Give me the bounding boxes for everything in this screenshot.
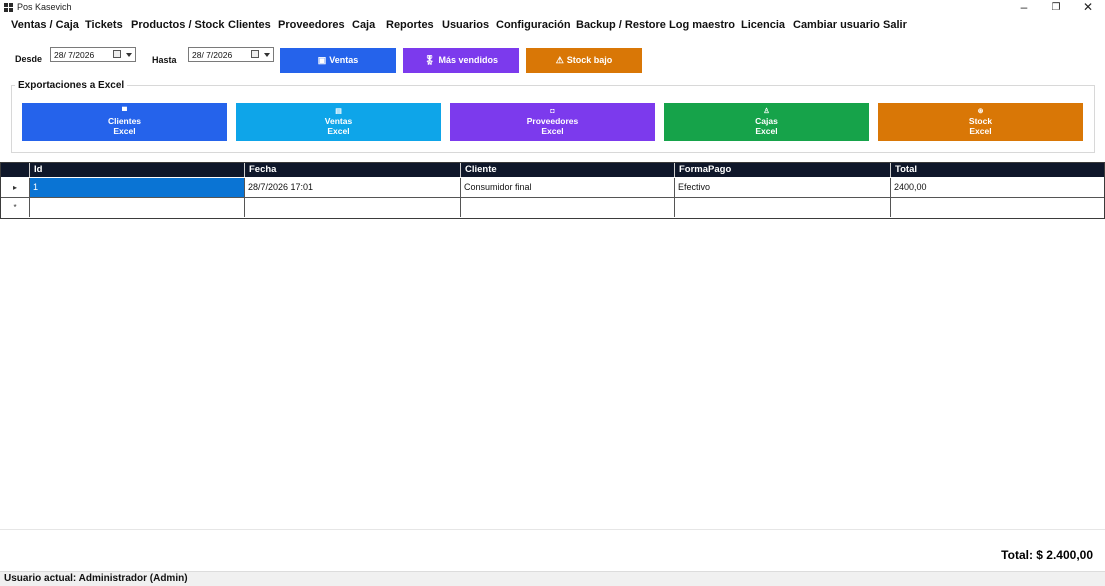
hasta-date-value: 28/ 7/2026 [192, 50, 233, 60]
menu-productos-stock[interactable]: Productos / Stock [131, 19, 225, 31]
total-label: Total: $ 2.400,00 [1001, 548, 1093, 562]
cajas-icon: ♙ [763, 108, 770, 115]
menu-reportes[interactable]: Reportes [386, 19, 434, 31]
cell-id[interactable]: 1 [29, 178, 244, 197]
app-icon [4, 3, 13, 12]
exportaciones-title: Exportaciones a Excel [15, 80, 128, 91]
menu-usuarios[interactable]: Usuarios [442, 19, 489, 31]
ventas-report-label: Ventas [329, 55, 359, 65]
new-row-indicator-icon[interactable]: * [1, 198, 29, 217]
menu-caja[interactable]: Caja [352, 19, 375, 31]
grid-empty-area [0, 219, 1105, 529]
minimize-button[interactable]: – [1009, 0, 1039, 16]
ventas-report-button[interactable]: ▣ Ventas [280, 48, 396, 73]
ventas-excel-button[interactable]: ▤ Ventas Excel [236, 103, 441, 141]
menu-tickets[interactable]: Tickets [85, 19, 123, 31]
clientes-excel-line1: Clientes [107, 116, 142, 126]
stock-icon: ⊛ [977, 108, 984, 115]
cell-cliente[interactable]: Consumidor final [460, 178, 674, 197]
calendar-icon [251, 50, 259, 58]
current-row-indicator-icon[interactable]: ▸ [1, 178, 29, 197]
chevron-down-icon [264, 53, 270, 57]
chevron-down-icon [126, 53, 132, 57]
column-header-formapago[interactable]: FormaPago [674, 163, 890, 177]
menu-cambiar-usuario[interactable]: Cambiar usuario [793, 19, 880, 31]
cajas-excel-line2: Excel [755, 126, 778, 136]
cajas-excel-button[interactable]: ♙ Cajas Excel [664, 103, 869, 141]
column-header-fecha[interactable]: Fecha [244, 163, 460, 177]
proveedores-excel-line2: Excel [541, 126, 564, 136]
close-button[interactable]: ✕ [1073, 0, 1103, 16]
new-cell-total[interactable] [890, 198, 1104, 217]
new-cell-id[interactable] [29, 198, 244, 217]
grid-header: Id Fecha Cliente FormaPago Total [1, 163, 1104, 177]
menu-bar: Ventas / Caja Tickets Productos / Stock … [0, 17, 1105, 35]
ventas-grid[interactable]: Id Fecha Cliente FormaPago Total ▸ 1 28/… [0, 162, 1105, 219]
status-bar: Usuario actual: Administrador (Admin) [0, 571, 1105, 586]
menu-proveedores[interactable]: Proveedores [278, 19, 345, 31]
new-cell-fecha[interactable] [244, 198, 460, 217]
title-bar: Pos Kasevich – ❐ ✕ [0, 0, 1105, 16]
cell-formapago[interactable]: Efectivo [674, 178, 890, 197]
menu-ventas-caja[interactable]: Ventas / Caja [11, 19, 79, 31]
stock-bajo-button[interactable]: ⚠ Stock bajo [526, 48, 642, 73]
ventas-icon: ▣ [317, 55, 327, 65]
stock-bajo-label: Stock bajo [566, 55, 613, 65]
stock-excel-button[interactable]: ⊛ Stock Excel [878, 103, 1083, 141]
new-cell-cliente[interactable] [460, 198, 674, 217]
cell-fecha[interactable]: 28/7/2026 17:01 [244, 178, 460, 197]
menu-clientes[interactable]: Clientes [228, 19, 271, 31]
proveedores-icon: ◘ [550, 108, 555, 115]
ventas-excel-line1: Ventas [324, 116, 353, 126]
restore-button[interactable]: ❐ [1041, 0, 1071, 16]
stock-excel-line1: Stock [968, 116, 993, 126]
menu-backup-restore[interactable]: Backup / Restore [576, 19, 666, 31]
table-row[interactable]: ▸ 1 28/7/2026 17:01 Consumidor final Efe… [1, 178, 1104, 198]
window-title: Pos Kasevich [17, 2, 72, 12]
mas-vendidos-button[interactable]: 🎖 Más vendidos [403, 48, 519, 73]
clientes-excel-button[interactable]: ▀ Clientes Excel [22, 103, 227, 141]
column-header-total[interactable]: Total [890, 163, 1104, 177]
menu-salir[interactable]: Salir [883, 19, 907, 31]
clientes-excel-line2: Excel [113, 126, 136, 136]
ventas-excel-icon: ▤ [335, 108, 342, 115]
mas-vendidos-label: Más vendidos [438, 55, 498, 65]
ventas-excel-line2: Excel [327, 126, 350, 136]
proveedores-excel-button[interactable]: ◘ Proveedores Excel [450, 103, 655, 141]
current-user-status: Usuario actual: Administrador (Admin) [4, 573, 188, 584]
desde-date-value: 28/ 7/2026 [54, 50, 95, 60]
new-table-row[interactable]: * [1, 198, 1104, 218]
new-cell-formapago[interactable] [674, 198, 890, 217]
cajas-excel-line1: Cajas [755, 116, 778, 126]
calendar-icon [113, 50, 121, 58]
menu-configuracion[interactable]: Configuración [496, 19, 571, 31]
cell-total[interactable]: 2400,00 [890, 178, 1104, 197]
divider [0, 529, 1105, 530]
column-header-cliente[interactable]: Cliente [460, 163, 674, 177]
clientes-icon: ▀ [122, 108, 127, 115]
desde-label: Desde [15, 54, 43, 64]
warning-icon: ⚠ [555, 55, 564, 65]
hasta-label: Hasta [152, 55, 177, 65]
stock-excel-line2: Excel [969, 126, 992, 136]
menu-log-maestro[interactable]: Log maestro [669, 19, 735, 31]
column-header-id[interactable]: Id [29, 163, 244, 177]
menu-licencia[interactable]: Licencia [741, 19, 785, 31]
desde-date-picker[interactable]: 28/ 7/2026 [50, 47, 136, 62]
medal-icon: 🎖 [424, 55, 436, 65]
proveedores-excel-line1: Proveedores [526, 116, 579, 126]
hasta-date-picker[interactable]: 28/ 7/2026 [188, 47, 274, 62]
